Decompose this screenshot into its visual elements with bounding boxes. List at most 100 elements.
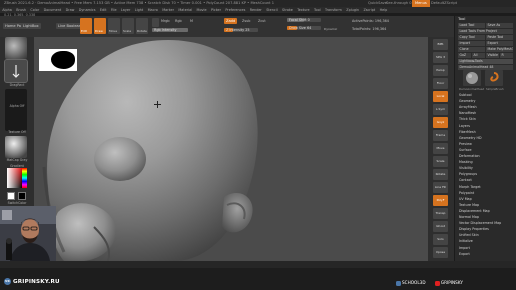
shelf-persp-button[interactable]: Persp — [433, 65, 448, 76]
tool-load-tools-from-project-button[interactable]: Load Tools From Project — [458, 29, 513, 34]
tool-lightbox-tools-button[interactable]: Lightbox▸Tools — [458, 59, 513, 64]
menu-item-preferences[interactable]: Preferences — [223, 7, 247, 13]
subpanel-texture-map[interactable]: Texture Map — [459, 203, 479, 207]
shelf-spix-3-button[interactable]: SPix 3 — [433, 52, 448, 63]
edit-button[interactable]: Edit — [80, 18, 92, 34]
tool-goz-button[interactable]: GoZ — [458, 53, 471, 58]
move-button[interactable]: Move — [108, 18, 120, 34]
menu-item-dynamics[interactable]: Dynamics — [77, 7, 98, 13]
tool-export-button[interactable]: Export — [486, 41, 513, 46]
tool-all-button[interactable]: All — [472, 53, 485, 58]
subpanel-export[interactable]: Export — [459, 252, 470, 256]
vk-school-link[interactable]: SCHOOL3D — [396, 280, 430, 286]
shelf-l-sym-button[interactable]: L.Sym — [433, 104, 448, 115]
texture-icon[interactable] — [5, 109, 27, 131]
saturation-square[interactable] — [7, 168, 22, 188]
shelf-move-button[interactable]: Move — [433, 143, 448, 154]
tool-copy-tool-button[interactable]: Copy Tool — [458, 35, 485, 40]
subpanel-masking[interactable]: Masking — [459, 160, 473, 164]
tool-clone-button[interactable]: Clone — [458, 47, 485, 52]
subpanel-visibility[interactable]: Visibility — [459, 166, 473, 170]
menu-item-tool[interactable]: Tool — [312, 7, 323, 13]
menu-item-help[interactable]: Help — [377, 7, 389, 13]
shelf-bpr-button[interactable]: BPR — [433, 39, 448, 50]
shelf-transp-button[interactable]: Transp — [433, 208, 448, 219]
subpanel-geometry[interactable]: Geometry — [459, 99, 475, 103]
tool-load-tool-button[interactable]: Load Tool — [458, 23, 485, 28]
zsub-button[interactable]: Zsub — [242, 19, 250, 23]
subpanel-import[interactable]: Import — [459, 246, 470, 250]
menu-item-zscript[interactable]: Zscript — [361, 7, 377, 13]
draw-button[interactable]: Draw — [94, 18, 106, 34]
subpanel-contact[interactable]: Contact — [459, 178, 472, 182]
subpanel-layers[interactable]: Layers — [459, 124, 470, 128]
menu-item-transform[interactable]: Transform — [323, 7, 344, 13]
menu-item-marker[interactable]: Marker — [160, 7, 176, 13]
subpanel-initialize[interactable]: Initialize — [459, 239, 473, 243]
subpanel-uv-map[interactable]: UV Map — [459, 197, 472, 201]
tool-make-polymesh3d-button[interactable]: Make PolyMesh3D — [486, 47, 513, 52]
shelf-local-button[interactable]: Local — [433, 91, 448, 102]
shelf-rotate-button[interactable]: Rotate — [433, 169, 448, 180]
subpanel-deformation[interactable]: Deformation — [459, 154, 480, 158]
menu-item-stencil[interactable]: Stencil — [264, 7, 280, 13]
mrgb-icon[interactable] — [152, 18, 159, 27]
default-zscript-button[interactable]: DefaultZScript — [428, 0, 460, 7]
scale-button[interactable]: Scale — [122, 18, 134, 34]
tool-import-button[interactable]: Import — [458, 41, 485, 46]
subpanel-polygroups[interactable]: Polygroups — [459, 172, 477, 176]
dynamic-toggle[interactable]: Dynamic — [324, 27, 337, 31]
menu-item-edit[interactable]: Edit — [98, 7, 109, 13]
zadd-button[interactable]: Zadd — [224, 18, 238, 24]
draw-size-slider[interactable]: Draw Size 64 — [287, 26, 321, 30]
menu-item-file[interactable]: File — [109, 7, 119, 13]
m-label[interactable]: M — [190, 19, 193, 23]
tool-paste-tool-button[interactable]: Paste Tool — [486, 35, 513, 40]
brush-icon[interactable] — [5, 37, 27, 59]
menu-item-stroke[interactable]: Stroke — [280, 7, 295, 13]
mesh-thumbnail-simplebrush[interactable] — [485, 70, 503, 86]
subpanel-polypaint[interactable]: Polypaint — [459, 191, 474, 195]
color-picker[interactable] — [7, 168, 27, 188]
shelf-polyf-button[interactable]: PolyF — [433, 195, 448, 206]
menu-item-light[interactable]: Light — [133, 7, 146, 13]
shelf-xpose-button[interactable]: Xpose — [433, 247, 448, 258]
menu-item-picker[interactable]: Picker — [209, 7, 223, 13]
menu-item-draw[interactable]: Draw — [63, 7, 76, 13]
youtube-link[interactable]: GRIPINSKY — [434, 280, 467, 286]
subpanel-morph-target[interactable]: Morph Target — [459, 185, 481, 189]
main-color-swatch[interactable] — [7, 192, 15, 200]
subpanel-unified-skin[interactable]: Unified Skin — [459, 233, 479, 237]
subpanel-display-properties[interactable]: Display Properties — [459, 227, 489, 231]
see-through-slider[interactable]: See-through 0 — [383, 0, 415, 7]
menu-item-movie[interactable]: Movie — [194, 7, 208, 13]
subpanel-subtool[interactable]: Subtool — [459, 93, 472, 97]
menu-item-layer[interactable]: Layer — [119, 7, 133, 13]
sculpt-model[interactable] — [34, 37, 428, 261]
switch-color-label[interactable]: SwitchColor — [0, 201, 34, 205]
material-icon[interactable] — [5, 136, 27, 158]
shelf-line-fill-button[interactable]: Line Fill — [433, 182, 448, 193]
shelf-gxyz-button[interactable]: Gxyz — [433, 117, 448, 128]
tool-palette-header[interactable]: Tool — [458, 16, 465, 21]
live-boolean-button[interactable]: Live Boolean — [56, 23, 84, 29]
subpanel-normal-map[interactable]: Normal Map — [459, 215, 479, 219]
tool-visible-button[interactable]: Visible — [486, 53, 499, 58]
subpanel-fibermesh[interactable]: FiberMesh — [459, 130, 476, 134]
menu-item-zplugin[interactable]: Zplugin — [344, 7, 361, 13]
shelf-frame-button[interactable]: Frame — [433, 130, 448, 141]
lightbox-button[interactable]: LightBox — [21, 23, 41, 29]
tool-r-button[interactable]: R — [500, 53, 513, 58]
subpanel-geometry-hd[interactable]: Geometry HD — [459, 136, 482, 140]
subpanel-nanomesh[interactable]: NanoMesh — [459, 111, 476, 115]
canvas-viewport[interactable] — [34, 37, 428, 261]
subpanel-arraymesh[interactable]: ArrayMesh — [459, 105, 477, 109]
rotate-button[interactable]: Rotate — [136, 18, 148, 34]
menu-item-material[interactable]: Material — [176, 7, 194, 13]
tool-save-as-button[interactable]: Save As — [486, 23, 513, 28]
shelf-scale-button[interactable]: Scale — [433, 156, 448, 167]
subpanel-displacement-map[interactable]: Displacement Map — [459, 209, 490, 213]
subpanel-surface[interactable]: Surface — [459, 148, 472, 152]
secondary-color-swatch[interactable] — [18, 192, 26, 200]
stroke-icon[interactable] — [4, 59, 28, 83]
